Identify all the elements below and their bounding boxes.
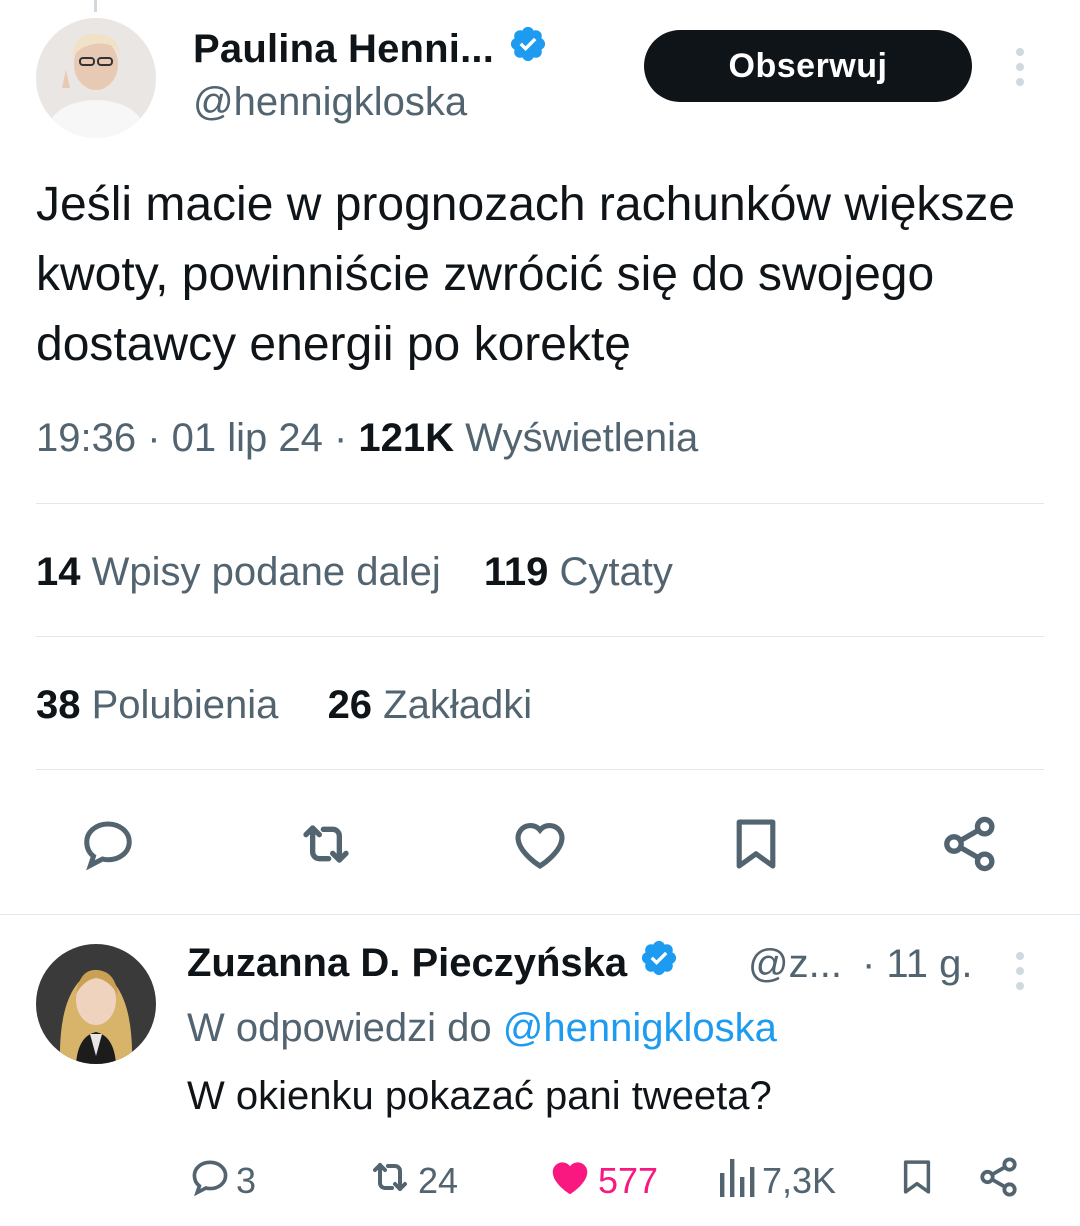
author-handle[interactable]: @hennigkloska — [193, 80, 467, 125]
follow-button[interactable]: Obserwuj — [644, 30, 972, 102]
reposts-count: 14 — [36, 550, 81, 594]
reply-views-button[interactable]: 7,3K — [718, 1158, 836, 1204]
like-count: 577 — [598, 1160, 659, 1201]
reply-like-button[interactable]: 577 — [546, 1158, 658, 1204]
views-count: 7,3K — [762, 1160, 837, 1201]
verified-badge-icon — [508, 24, 548, 74]
reply-author-name[interactable]: Zuzanna D. Pieczyńska — [187, 938, 679, 988]
reply-author-handle[interactable]: @z... — [748, 942, 842, 987]
like-icon[interactable] — [508, 812, 572, 876]
divider — [0, 914, 1080, 915]
reply-reply-button[interactable]: 3 — [188, 1158, 256, 1204]
reply-timestamp[interactable]: · 11 g. — [862, 942, 972, 987]
reply-text: W okienku pokazać pani tweeta? — [187, 1074, 772, 1118]
quotes-count: 119 — [483, 550, 549, 594]
reply-to-prefix: W odpowiedzi do — [187, 1006, 503, 1050]
reply-author-name-text: Zuzanna D. Pieczyńska — [187, 940, 628, 985]
share-icon — [976, 1154, 1026, 1209]
tweet-meta: 19:36 · 01 lip 24 · 121K Wyświetlenia — [36, 416, 698, 461]
like-filled-icon — [546, 1154, 598, 1209]
bookmarks-count: 26 — [327, 683, 373, 727]
stats-row-reposts: 14 Wpisy podane dalej 119 Cytaty — [36, 550, 705, 595]
bookmark-icon — [896, 1154, 942, 1209]
reposts-label: Wpisy podane dalej — [80, 550, 441, 594]
quotes-label: Cytaty — [548, 550, 673, 594]
stats-row-likes: 38 Polubienia 26 Zakładki — [36, 683, 564, 728]
divider — [36, 636, 1044, 637]
bookmarks-label: Zakładki — [372, 683, 533, 727]
reposts-stat[interactable]: 14 Wpisy podane dalej — [36, 550, 441, 595]
more-options-icon[interactable] — [1003, 44, 1037, 90]
bookmark-icon[interactable] — [724, 812, 788, 876]
author-name-text: Paulina Henni... — [193, 26, 495, 71]
reply-more-options-icon[interactable] — [1003, 948, 1037, 994]
bookmarks-stat[interactable]: 26 Zakładki — [328, 683, 533, 728]
repost-icon[interactable] — [294, 812, 358, 876]
reply-to-mention[interactable]: @hennigkloska — [503, 1006, 777, 1050]
reply-icon[interactable] — [76, 812, 140, 876]
divider — [36, 769, 1044, 770]
reply-bookmark-button[interactable] — [896, 1158, 942, 1204]
quotes-stat[interactable]: 119 Cytaty — [484, 550, 673, 595]
repost-count: 24 — [418, 1160, 459, 1201]
repost-icon — [366, 1153, 418, 1210]
likes-stat[interactable]: 38 Polubienia — [36, 683, 278, 728]
thread-connector-line — [94, 0, 97, 12]
tweet-timestamp[interactable]: 19:36 · 01 lip 24 · — [36, 416, 358, 460]
reply-icon — [188, 1155, 236, 1208]
views-count: 121K — [358, 416, 455, 460]
verified-badge-icon — [639, 938, 679, 988]
author-name[interactable]: Paulina Henni... — [193, 24, 548, 74]
divider — [36, 503, 1044, 504]
views-chart-icon — [718, 1155, 762, 1208]
reply-share-button[interactable] — [976, 1156, 1026, 1204]
reply-author-avatar[interactable] — [36, 944, 156, 1064]
reply-context: W odpowiedzi do @hennigkloska — [187, 1006, 777, 1051]
likes-count: 38 — [36, 683, 81, 727]
reply-count: 3 — [236, 1160, 257, 1201]
tweet-text: Jeśli macie w prognozach rachunków więks… — [36, 178, 1016, 371]
reply-repost-button[interactable]: 24 — [366, 1158, 458, 1204]
share-icon[interactable] — [938, 812, 1002, 876]
likes-label: Polubienia — [80, 683, 279, 727]
views-label: Wyświetlenia — [454, 416, 699, 460]
author-avatar[interactable] — [36, 18, 156, 138]
